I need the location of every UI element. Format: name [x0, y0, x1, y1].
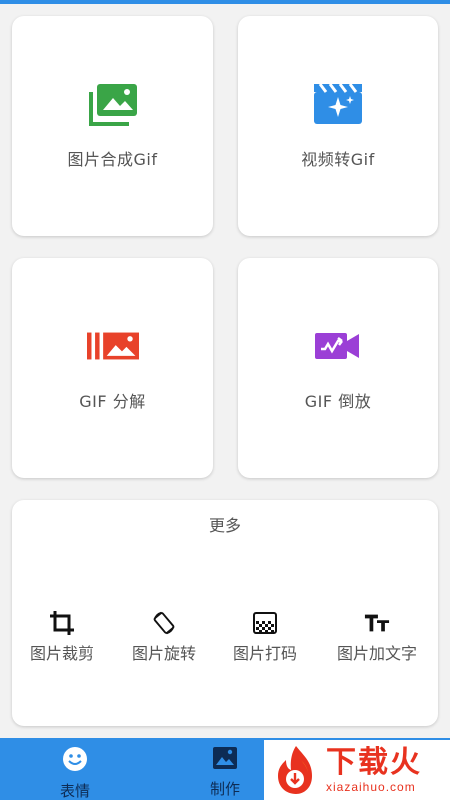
card-gif-split[interactable]: GIF 分解: [12, 258, 213, 478]
tool-label: 图片旋转: [131, 644, 196, 663]
smiley-icon: [62, 746, 88, 776]
nav-item-make[interactable]: 制作: [190, 746, 260, 799]
watermark-domain: xiazaihuo.com: [326, 780, 416, 794]
image-icon: [212, 746, 238, 774]
frames-split-icon: [86, 324, 139, 368]
crop-icon: [49, 610, 75, 636]
nav-label: 表情: [59, 782, 90, 800]
tool-rotate[interactable]: 图片旋转: [114, 610, 214, 664]
watermark-name: 下载火: [326, 745, 422, 780]
nav-item-emoji[interactable]: 表情: [40, 746, 110, 800]
video-camera-reverse-icon: [312, 324, 364, 368]
card-gif-reverse[interactable]: GIF 倒放: [238, 258, 438, 478]
card-video-to-gif[interactable]: 视频转Gif: [238, 16, 438, 236]
tool-crop[interactable]: 图片裁剪: [12, 610, 112, 664]
more-title: 更多: [208, 516, 241, 535]
tool-label: 图片裁剪: [29, 644, 94, 663]
text-icon: [364, 610, 390, 636]
card-label: GIF 倒放: [304, 392, 372, 411]
flame-logo-icon: [268, 742, 324, 798]
tool-mosaic[interactable]: 图片打码: [215, 610, 315, 664]
card-label: GIF 分解: [79, 392, 146, 411]
nav-label: 制作: [209, 780, 240, 798]
photo-stack-icon: [87, 82, 139, 126]
tool-label: 图片打码: [232, 644, 297, 663]
card-label: 图片合成Gif: [67, 150, 158, 169]
mosaic-icon: [252, 610, 278, 636]
watermark-logo: 下载火 xiazaihuo.com: [264, 740, 450, 800]
top-status-bar: [0, 0, 450, 4]
more-panel: 更多 图片裁剪 图片旋转 图片打码 图片加文字: [12, 500, 438, 726]
clapperboard-sparkle-icon: [312, 82, 364, 126]
rotate-icon: [151, 610, 177, 636]
card-images-to-gif[interactable]: 图片合成Gif: [12, 16, 213, 236]
tool-label: 图片加文字: [336, 644, 417, 663]
tool-add-text[interactable]: 图片加文字: [327, 610, 427, 664]
card-label: 视频转Gif: [301, 150, 375, 169]
